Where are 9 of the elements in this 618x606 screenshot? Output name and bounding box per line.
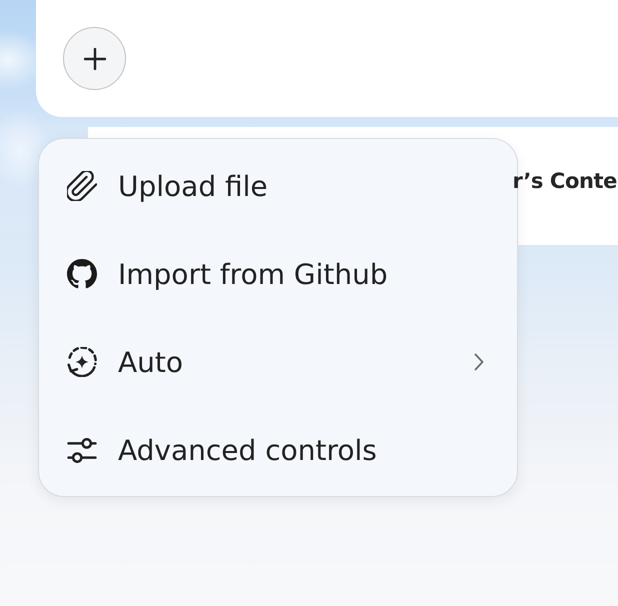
github-icon xyxy=(67,259,97,289)
plus-icon xyxy=(84,48,106,70)
sliders-icon xyxy=(67,436,97,464)
menu-item[interactable]: Auto xyxy=(39,318,517,406)
paperclip-icon xyxy=(67,171,97,201)
sparkle-refresh-icon xyxy=(67,347,97,377)
menu-item[interactable]: Import from Github xyxy=(39,230,517,318)
card-title: r’s Conte xyxy=(512,169,618,193)
menu-item[interactable]: Advanced controls xyxy=(39,406,517,494)
